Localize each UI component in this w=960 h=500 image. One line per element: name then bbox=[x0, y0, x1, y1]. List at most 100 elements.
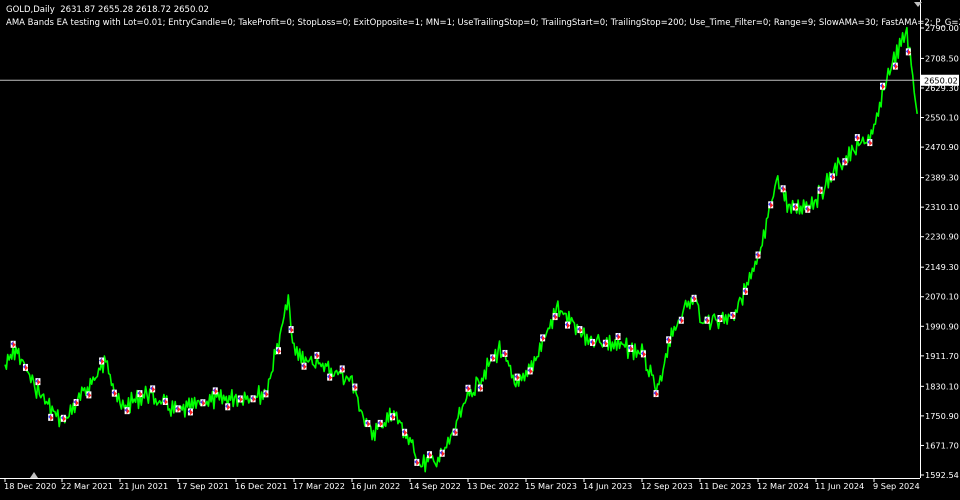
trade-marker bbox=[465, 384, 471, 392]
time-tick-label: 16 Jun 2022 bbox=[351, 481, 400, 491]
chart-header: GOLD,Daily 2631.87 2655.28 2618.72 2650.… bbox=[6, 5, 209, 15]
trade-marker bbox=[426, 451, 432, 459]
indicator-description: AMA Bands EA testing with Lot=0.01; Entr… bbox=[6, 18, 960, 28]
trade-marker bbox=[805, 205, 811, 213]
trade-marker bbox=[352, 383, 358, 391]
trade-marker bbox=[402, 428, 408, 436]
trade-marker bbox=[691, 294, 697, 302]
trade-marker bbox=[124, 407, 130, 415]
ohlc-values: 2631.87 2655.28 2618.72 2650.02 bbox=[60, 5, 209, 15]
time-tick-label: 11 Dec 2023 bbox=[699, 481, 751, 491]
trade-marker bbox=[514, 373, 520, 381]
price-tick-label: 2708.50 bbox=[925, 53, 959, 63]
trade-marker bbox=[540, 334, 546, 342]
price-tick-label: 2470.90 bbox=[925, 142, 959, 152]
trade-marker bbox=[250, 395, 256, 403]
trade-marker bbox=[390, 413, 396, 421]
price-tick-label: 2310.10 bbox=[925, 202, 959, 212]
price-tick-label: 1750.90 bbox=[925, 411, 959, 421]
trade-marker bbox=[704, 316, 710, 324]
trade-marker bbox=[490, 354, 496, 362]
trade-marker bbox=[640, 350, 646, 358]
time-tick-label: 18 Dec 2020 bbox=[4, 481, 56, 491]
time-tick-label: 17 Mar 2022 bbox=[293, 481, 345, 491]
trade-marker bbox=[175, 405, 181, 413]
price-chart[interactable]: 2790.002708.502629.302550.102470.902389.… bbox=[0, 0, 960, 496]
trade-marker bbox=[653, 390, 659, 398]
price-tick-label: 1671.70 bbox=[925, 440, 959, 450]
trade-marker bbox=[263, 390, 269, 398]
time-tick-label: 12 Sep 2023 bbox=[641, 481, 693, 491]
symbol-period: GOLD,Daily bbox=[6, 5, 55, 15]
trade-marker bbox=[327, 373, 333, 381]
trade-marker bbox=[502, 349, 508, 357]
trade-marker bbox=[137, 390, 143, 398]
trade-marker bbox=[564, 321, 570, 329]
time-tick-label: 9 Sep 2024 bbox=[873, 481, 920, 491]
trade-marker bbox=[35, 378, 41, 386]
trade-marker bbox=[730, 311, 736, 319]
trade-marker bbox=[905, 48, 911, 56]
trade-marker bbox=[377, 419, 383, 427]
price-tick-label: 2070.10 bbox=[925, 292, 959, 302]
trade-marker bbox=[48, 413, 54, 421]
price-tick-label: 2389.30 bbox=[925, 173, 959, 183]
time-tick-label: 13 Dec 2022 bbox=[467, 481, 519, 491]
trade-marker bbox=[527, 367, 533, 375]
trade-marker bbox=[666, 336, 672, 344]
price-tick-label: 2230.90 bbox=[925, 232, 959, 242]
trade-marker bbox=[678, 316, 684, 324]
trade-marker bbox=[314, 351, 320, 359]
time-tick-label: 11 Jun 2024 bbox=[815, 481, 864, 491]
price-tick-label: 1592.54 bbox=[925, 470, 959, 480]
trade-marker bbox=[439, 449, 445, 457]
price-tick-label: 1830.10 bbox=[925, 381, 959, 391]
trade-marker bbox=[717, 314, 723, 322]
time-tick-label: 22 Mar 2021 bbox=[61, 481, 113, 491]
trade-marker bbox=[755, 251, 761, 259]
trade-marker bbox=[301, 362, 307, 370]
trade-marker bbox=[225, 403, 231, 411]
trade-marker bbox=[780, 185, 786, 193]
trade-marker bbox=[768, 201, 774, 209]
trade-marker bbox=[288, 326, 294, 334]
trade-marker bbox=[628, 344, 634, 352]
trade-marker bbox=[602, 339, 608, 347]
trade-marker bbox=[552, 313, 558, 321]
trade-marker bbox=[22, 363, 28, 371]
trade-marker bbox=[414, 458, 420, 466]
trade-marker bbox=[742, 287, 748, 295]
trade-marker bbox=[200, 399, 206, 407]
current-price-badge: 2650.02 bbox=[921, 74, 959, 86]
trade-marker bbox=[867, 139, 873, 147]
price-tick-label: 2149.30 bbox=[925, 262, 959, 272]
trade-marker bbox=[276, 347, 282, 355]
trade-marker bbox=[452, 428, 458, 436]
chart-window[interactable]: 2790.00 2708.50 2629.30 2550.10 2470.90 2389.… bbox=[0, 0, 960, 496]
time-tick-label: 15 Mar 2023 bbox=[525, 481, 577, 491]
price-tick-label: 1911.70 bbox=[925, 351, 959, 361]
time-tick-label: 16 Dec 2021 bbox=[235, 481, 287, 491]
trade-marker bbox=[792, 203, 798, 211]
trade-marker bbox=[892, 62, 898, 70]
time-tick-label: 21 Jun 2021 bbox=[119, 481, 168, 491]
trade-marker bbox=[10, 340, 16, 348]
trade-marker bbox=[99, 357, 105, 365]
trade-marker bbox=[829, 173, 835, 181]
trade-marker bbox=[880, 82, 886, 90]
trade-marker bbox=[842, 158, 848, 166]
trade-marker bbox=[365, 420, 371, 428]
trade-marker bbox=[237, 395, 243, 403]
trade-marker bbox=[854, 134, 860, 142]
trade-marker bbox=[60, 414, 66, 422]
time-tick-label: 14 Sep 2022 bbox=[409, 481, 461, 491]
trade-marker bbox=[86, 391, 92, 399]
trade-marker bbox=[339, 365, 345, 373]
trade-marker bbox=[111, 389, 117, 397]
time-tick-label: 14 Jun 2023 bbox=[583, 481, 632, 491]
current-price-label: 2650.02 bbox=[924, 75, 958, 85]
price-tick-label: 1990.90 bbox=[925, 321, 959, 331]
trade-marker bbox=[150, 385, 156, 393]
trade-marker bbox=[212, 387, 218, 395]
time-tick-label: 12 Mar 2024 bbox=[757, 481, 809, 491]
